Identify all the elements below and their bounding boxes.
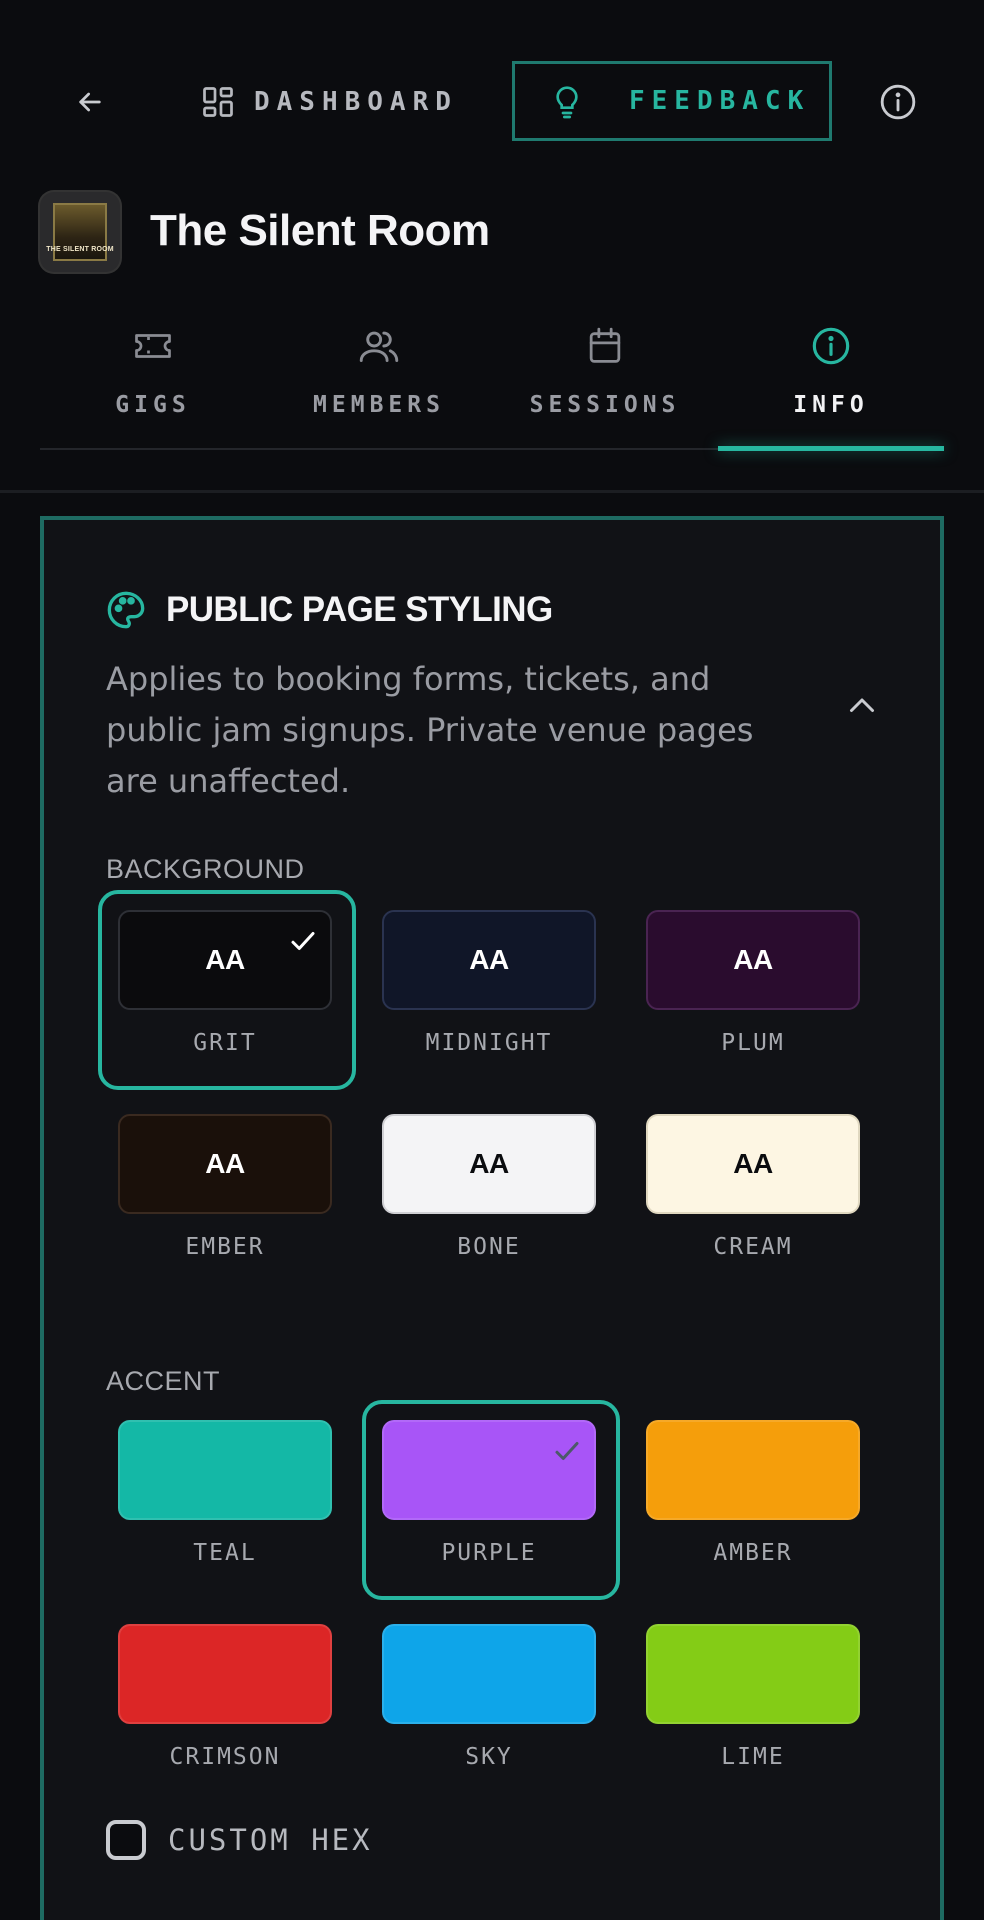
feedback-button[interactable]: FEEDBACK [512,61,832,141]
accent-swatch[interactable] [382,1420,596,1520]
chevron-up-icon [850,698,874,712]
tab-gigs[interactable]: GIGS [40,312,266,448]
swatch-name: AMBER [713,1540,793,1566]
panel-title: PUBLIC PAGE STYLING [166,590,553,629]
background-option-midnight[interactable]: AA MIDNIGHT [382,910,596,1098]
accent-swatch[interactable] [382,1624,596,1724]
custom-hex-checkbox[interactable] [106,1820,146,1860]
panel-description: Applies to booking forms, tickets, and p… [106,660,754,800]
background-option-cream[interactable]: AA CREAM [646,1114,860,1302]
check-icon [291,932,315,950]
panel-header: PUBLIC PAGE STYLING [106,590,553,630]
palette-icon [107,591,145,629]
custom-hex-toggle[interactable]: CUSTOM HEX [106,1820,373,1860]
tab-info[interactable]: INFO [718,312,944,451]
background-option-plum[interactable]: AA PLUM [646,910,860,1098]
swatch-name: EMBER [185,1234,265,1260]
venue-logo-text: THE SILENT ROOM [46,246,114,253]
calendar-icon [589,327,621,363]
accent-section-label: ACCENT [106,1366,221,1396]
info-button[interactable] [872,76,924,128]
venue-logo-image: THE SILENT ROOM [46,203,114,261]
swatch-name: PLUM [721,1030,785,1056]
background-swatch[interactable]: AA [118,1114,332,1214]
tab-label: SESSIONS [529,392,681,418]
swatch-sample-text: AA [469,944,509,975]
background-option-ember[interactable]: AA EMBER [118,1114,332,1302]
tab-label: MEMBERS [313,392,445,418]
venue-title: The Silent Room [150,206,490,255]
background-swatch[interactable]: AA [382,1114,596,1214]
swatch-name: SKY [465,1744,513,1770]
info-icon [812,327,850,365]
active-tab-indicator [718,446,944,451]
tab-label: GIGS [115,392,191,418]
feedback-label: FEEDBACK [629,86,811,116]
background-swatch[interactable]: AA [646,1114,860,1214]
swatch-name: BONE [457,1234,521,1260]
swatch-name: CREAM [713,1234,793,1260]
swatch-name: CRIMSON [169,1744,281,1770]
swatch-name: TEAL [193,1540,257,1566]
tab-members[interactable]: MEMBERS [266,312,492,448]
accent-option-teal[interactable]: TEAL [118,1420,332,1608]
check-icon [555,1442,579,1460]
swatch-sample-text: AA [205,944,245,975]
swatch-name: MIDNIGHT [425,1030,553,1056]
collapse-button[interactable] [834,678,890,734]
swatch-name: PURPLE [441,1540,537,1566]
swatch-name: GRIT [193,1030,257,1056]
header-divider [0,490,984,493]
background-swatch[interactable]: AA [382,910,596,1010]
accent-swatch[interactable] [646,1624,860,1724]
swatch-sample-text: AA [205,1148,245,1179]
background-swatch[interactable]: AA [646,910,860,1010]
custom-hex-label: CUSTOM HEX [168,1823,373,1857]
accent-option-amber[interactable]: AMBER [646,1420,860,1608]
accent-swatch[interactable] [118,1420,332,1520]
background-section-label: BACKGROUND [106,854,305,884]
background-option-bone[interactable]: AA BONE [382,1114,596,1302]
top-nav: DASHBOARD FEEDBACK [0,0,984,200]
swatch-sample-text: AA [733,1148,773,1179]
accent-option-sky[interactable]: SKY [382,1624,596,1812]
accent-swatch[interactable] [646,1420,860,1520]
background-option-grit[interactable]: AA GRIT [98,890,356,1098]
dashboard-button[interactable]: DASHBOARD [200,72,458,132]
swatch-sample-text: AA [469,1148,509,1179]
arrow-left-icon [79,92,101,112]
tab-sessions[interactable]: SESSIONS [492,312,718,448]
public-page-styling-panel: PUBLIC PAGE STYLING Applies to booking f… [40,516,944,1920]
swatch-name: LIME [721,1744,785,1770]
info-icon [880,84,916,120]
accent-option-purple[interactable]: PURPLE [362,1400,620,1608]
venue-logo: THE SILENT ROOM [40,192,120,272]
accent-swatch[interactable] [118,1624,332,1724]
tab-label: INFO [793,392,869,418]
accent-option-lime[interactable]: LIME [646,1624,860,1812]
tab-bar: GIGS MEMBERS SESSIONS INFO [40,312,944,451]
lightbulb-icon [556,86,578,119]
accent-option-crimson[interactable]: CRIMSON [118,1624,332,1812]
dashboard-label: DASHBOARD [254,87,458,117]
dashboard-icon [203,87,233,117]
back-button[interactable] [64,76,116,128]
background-swatch[interactable]: AA [118,910,332,1010]
swatch-sample-text: AA [733,944,773,975]
ticket-icon [135,334,171,358]
users-icon [359,331,399,362]
